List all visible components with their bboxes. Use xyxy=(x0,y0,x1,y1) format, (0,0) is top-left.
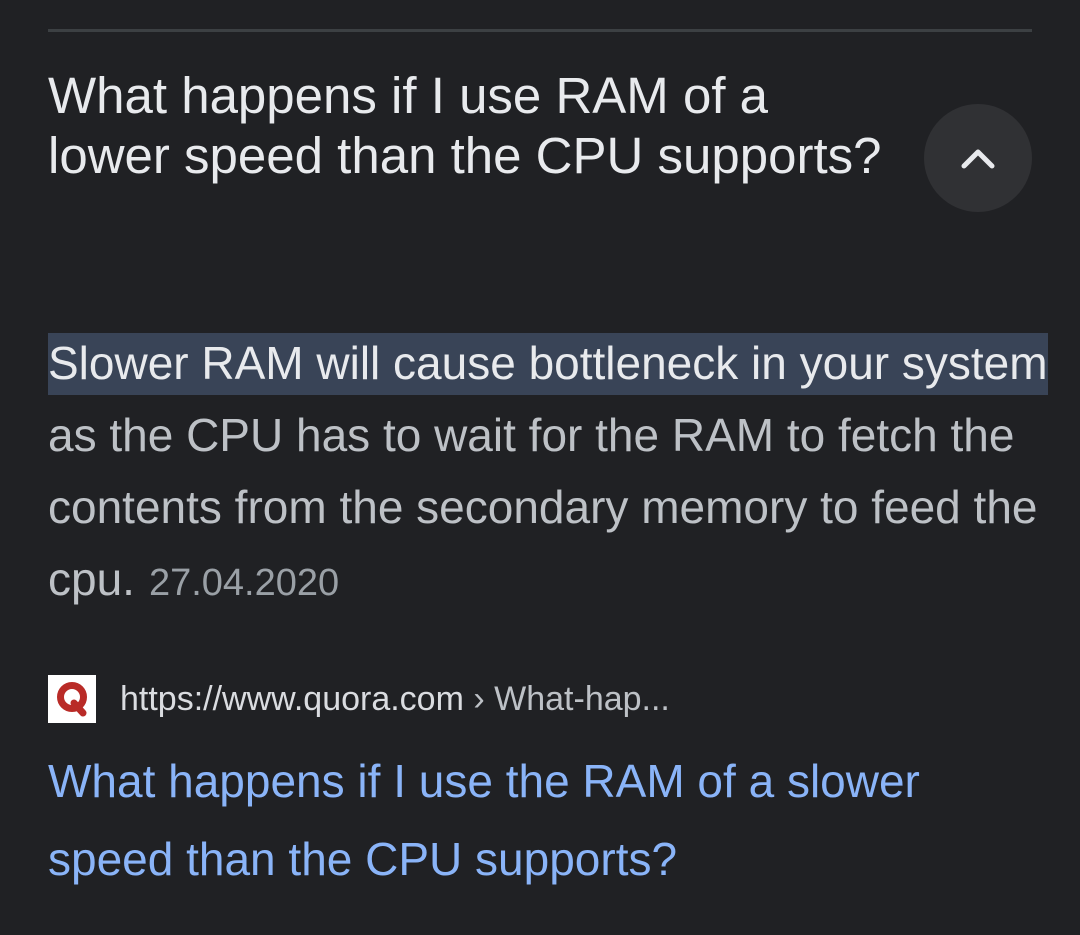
snippet-highlight: Slower RAM will cause bottleneck in your… xyxy=(48,333,1048,395)
collapse-button[interactable] xyxy=(924,104,1032,212)
source-domain: https://www.quora.com xyxy=(120,679,464,718)
section-divider xyxy=(48,29,1032,32)
featured-snippet-text: Slower RAM will cause bottleneck in your… xyxy=(48,327,1048,619)
quora-favicon-icon xyxy=(48,675,96,723)
question-heading[interactable]: What happens if I use RAM of a lower spe… xyxy=(48,66,898,186)
chevron-up-icon xyxy=(961,149,995,169)
source-row[interactable]: https://www.quora.com › What-hap... xyxy=(48,674,670,724)
source-url[interactable]: https://www.quora.com › What-hap... xyxy=(120,680,670,719)
source-breadcrumb: › What-hap... xyxy=(463,679,670,718)
snippet-date: 27.04.2020 xyxy=(148,562,340,604)
result-title-link[interactable]: What happens if I use the RAM of a slowe… xyxy=(48,742,1048,898)
